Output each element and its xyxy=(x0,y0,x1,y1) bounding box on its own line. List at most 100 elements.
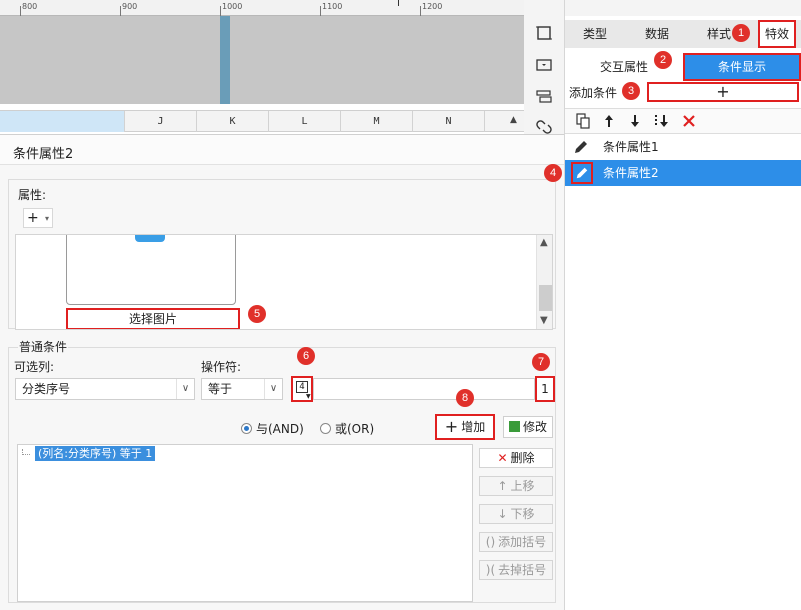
chevron-down-icon[interactable]: ▼ xyxy=(540,315,548,326)
dialog-title: 条件属性2 xyxy=(13,147,74,162)
column-select[interactable]: 分类序号 ∨ xyxy=(15,378,195,400)
column-header[interactable]: K xyxy=(196,111,268,132)
add-parentheses-button[interactable]: () 添加括号 xyxy=(479,532,553,552)
number-type-icon: 4 xyxy=(296,381,308,393)
delete-button[interactable]: ✕ 删除 xyxy=(479,448,553,468)
property-group: 属性: + ▾ 选择图片 ▲ ▼ xyxy=(8,179,556,330)
arrow-down-icon[interactable] xyxy=(627,113,643,129)
parentheses-icon: () xyxy=(485,535,496,549)
widget-toolbar xyxy=(524,0,564,140)
ruler-label: 900 xyxy=(122,2,138,11)
move-down-label: 下移 xyxy=(510,507,535,521)
add-button[interactable]: + 增加 xyxy=(435,414,495,440)
ruler-label: 1200 xyxy=(422,2,443,11)
column-header[interactable]: J xyxy=(124,111,196,132)
chevron-down-icon[interactable]: ∨ xyxy=(264,379,282,399)
plus-icon: + xyxy=(716,82,730,101)
delete-button-label: 删除 xyxy=(510,451,535,465)
frame-icon[interactable] xyxy=(535,24,553,42)
radio-or-label: 或(OR) xyxy=(335,422,375,436)
remove-parentheses-label: 去掉括号 xyxy=(498,563,547,577)
remove-parentheses-button[interactable]: )(去掉括号 xyxy=(479,560,553,580)
canvas-area[interactable] xyxy=(0,16,524,104)
radio-unselected-icon xyxy=(320,423,331,434)
scroll-up-icon[interactable]: ▲ xyxy=(510,115,517,125)
arrow-down-icon: ↓ xyxy=(497,507,508,521)
condition-item-label: 条件属性1 xyxy=(603,140,659,154)
column-header[interactable]: L xyxy=(268,111,340,132)
horizontal-ruler: 800 900 1000 1100 1200 xyxy=(0,0,524,16)
column-header[interactable]: M xyxy=(340,111,412,132)
property-view: 选择图片 ▲ ▼ xyxy=(15,234,553,330)
delete-x-icon: ✕ xyxy=(497,451,508,465)
tab-effects[interactable]: 特效 xyxy=(758,20,796,48)
add-property-button[interactable]: + ▾ xyxy=(23,208,53,228)
add-condition-label: 添加条件 xyxy=(569,86,618,100)
value-input[interactable] xyxy=(313,378,535,400)
step-marker-5: 5 xyxy=(248,305,266,323)
chevron-down-icon[interactable]: ∨ xyxy=(176,379,194,399)
selected-column-strip xyxy=(220,16,230,104)
scrollbar-thumb[interactable] xyxy=(539,285,552,311)
ruler-label: 1100 xyxy=(322,2,343,11)
step-marker-7: 7 xyxy=(532,353,550,371)
move-down-button[interactable]: ↓ 下移 xyxy=(479,504,553,524)
plus-icon: + xyxy=(27,210,39,226)
step-marker-4: 4 xyxy=(544,164,562,182)
condition-attribute-dialog: 条件属性2 属性: + ▾ 选择图片 ▲ ▼ 普通条件 可选列: 操作符: 分类… xyxy=(0,134,564,610)
optional-column-label: 可选列: xyxy=(14,360,55,374)
panel-tabs: 类型 数据 样式 特效 xyxy=(565,20,801,48)
step-marker-6: 6 xyxy=(297,347,315,365)
step-marker-1: 1 xyxy=(732,24,750,42)
add-button-label: 增加 xyxy=(461,420,486,434)
condition-list[interactable]: (列名:分类序号) 等于 1 xyxy=(17,444,473,602)
copy-icon[interactable] xyxy=(575,113,591,129)
radio-or[interactable]: 或(OR) xyxy=(320,420,374,437)
move-up-label: 上移 xyxy=(510,479,535,493)
add-condition-button[interactable]: + xyxy=(647,82,799,102)
value-type-button[interactable]: 4 ▼ xyxy=(291,376,313,402)
condition-item[interactable]: 条件属性1 xyxy=(565,134,801,160)
dropdown-widget-icon[interactable] xyxy=(535,56,553,74)
radio-and[interactable]: 与(AND) xyxy=(241,420,304,437)
scrollbar[interactable]: ▲ ▼ xyxy=(536,235,552,329)
ruler-label: 1000 xyxy=(222,2,243,11)
condition-item-selected[interactable]: 条件属性2 xyxy=(565,160,801,186)
choose-image-button[interactable]: 选择图片 xyxy=(66,308,240,329)
chevron-down-icon: ▾ xyxy=(44,214,49,223)
condition-toolbar xyxy=(565,108,801,134)
arrow-up-icon: ↑ xyxy=(497,479,508,493)
value-field[interactable]: 1 xyxy=(535,376,555,402)
step-marker-3: 3 xyxy=(622,82,640,100)
ruler-label: 800 xyxy=(22,2,38,11)
tab-type[interactable]: 类型 xyxy=(567,20,623,48)
condition-expression[interactable]: (列名:分类序号) 等于 1 xyxy=(35,446,156,461)
step-marker-8: 8 xyxy=(456,389,474,407)
modify-button[interactable]: 修改 xyxy=(503,416,553,438)
subtab-conditional-display[interactable]: 条件显示 xyxy=(683,53,801,81)
move-up-button[interactable]: ↑ 上移 xyxy=(479,476,553,496)
operator-select[interactable]: 等于 ∨ xyxy=(201,378,283,400)
operator-label: 操作符: xyxy=(201,360,242,374)
normal-condition-group: 普通条件 可选列: 操作符: 分类序号 ∨ 等于 ∨ 4 ▼ 1 与(AND) … xyxy=(8,338,556,603)
pencil-icon-highlight xyxy=(571,162,593,184)
tree-connector xyxy=(22,449,30,455)
move-to-bottom-icon[interactable] xyxy=(653,113,669,129)
operator-select-value: 等于 xyxy=(208,382,233,396)
selected-column[interactable] xyxy=(0,111,124,132)
modify-button-label: 修改 xyxy=(522,420,547,434)
column-header[interactable]: N xyxy=(412,111,484,132)
layout-widget-icon[interactable] xyxy=(535,88,553,106)
radio-selected-icon xyxy=(241,423,252,434)
step-marker-2: 2 xyxy=(654,51,672,69)
chevron-down-icon: ▼ xyxy=(306,393,311,400)
property-panel: 类型 数据 样式 特效 交互属性 条件显示 添加条件 + 条件属性1 条件属性2 xyxy=(564,0,801,610)
image-preview xyxy=(66,235,236,305)
delete-x-icon[interactable] xyxy=(681,113,697,129)
arrow-up-icon[interactable] xyxy=(601,113,617,129)
ruler-marker xyxy=(398,0,399,6)
tab-data[interactable]: 数据 xyxy=(629,20,685,48)
chevron-up-icon[interactable]: ▲ xyxy=(540,237,548,248)
normal-condition-label: 普通条件 xyxy=(18,338,69,355)
image-preview-content xyxy=(135,235,165,242)
